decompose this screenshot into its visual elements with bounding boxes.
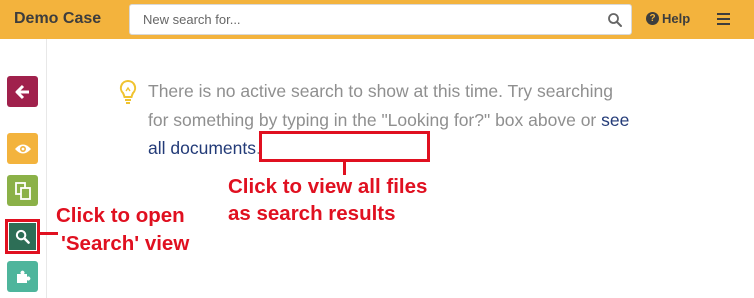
lightbulb-icon [119,79,137,104]
annotation-search-line2: 'Search' view [61,232,190,255]
view-button[interactable] [7,133,38,164]
search-input[interactable] [130,5,631,34]
search-callout-connector [40,232,58,235]
hamburger-menu-icon[interactable] [717,13,730,25]
search-icon[interactable] [607,12,623,28]
arrow-left-icon [15,84,29,99]
top-bar: Demo Case ? Help [0,0,754,39]
documents-icon [14,181,31,200]
message-text: There is no active search to show at thi… [148,81,613,130]
help-label: Help [662,11,691,26]
search-icon [15,229,30,244]
annotation-files-line1: Click to view all files [228,175,428,198]
eye-icon [14,144,31,153]
search-box[interactable] [129,4,632,35]
case-title[interactable]: Demo Case [14,10,101,28]
annotation-files-line2: as search results [228,202,396,225]
help-button[interactable]: ? Help [646,11,690,26]
documents-button[interactable] [7,175,38,206]
annotation-search-line1: Click to open [56,204,185,227]
back-button[interactable] [7,76,38,107]
search-view-button[interactable] [5,219,40,254]
plugins-button[interactable] [7,261,38,292]
puzzle-icon [16,270,30,283]
link-highlight-box [259,131,430,162]
sidebar [0,39,47,298]
question-circle-icon: ? [646,12,659,25]
